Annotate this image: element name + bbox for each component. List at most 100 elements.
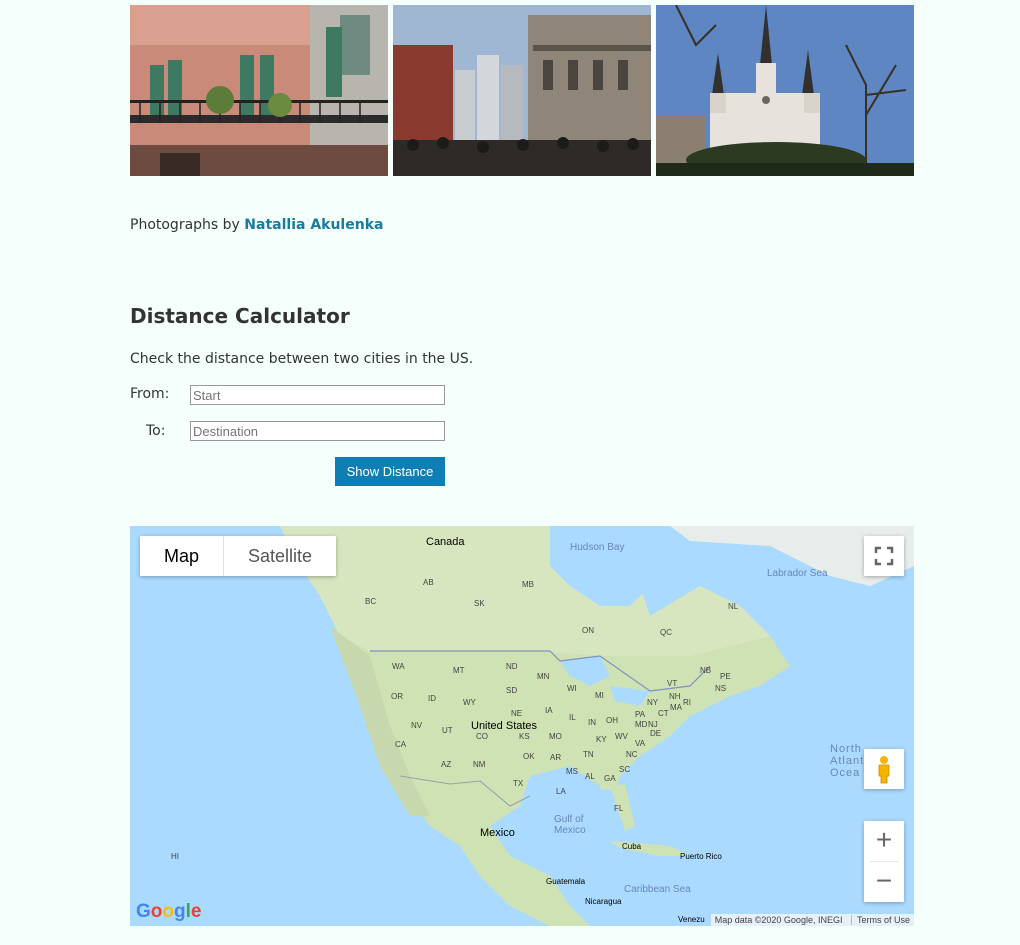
map-label-state: CO	[476, 732, 488, 741]
calculator-title: Distance Calculator	[130, 304, 350, 328]
map-label-state: NB	[700, 666, 712, 675]
map-label-state: MB	[522, 580, 534, 589]
map-label-state: WV	[615, 732, 628, 741]
to-label: To:	[146, 423, 166, 439]
map-label-state: ON	[582, 626, 594, 635]
map-label-state: NE	[511, 709, 523, 718]
map-label-venezuela: Venezu	[678, 915, 705, 924]
map-label-state: LA	[556, 787, 566, 796]
map-label-guatemala: Guatemala	[546, 877, 586, 886]
zoom-control: + −	[864, 821, 904, 902]
photo-st-louis-cathedral	[656, 5, 914, 176]
map-label-state: NJ	[648, 720, 658, 729]
show-distance-button[interactable]: Show Distance	[335, 457, 445, 486]
map-type-map-button[interactable]: Map	[140, 536, 223, 576]
map-label-state: IN	[588, 718, 596, 727]
fullscreen-icon	[874, 546, 894, 566]
map-label-state: NY	[647, 698, 659, 707]
map-label-state: NM	[473, 760, 486, 769]
to-input[interactable]	[190, 421, 445, 441]
map-label-state: MA	[670, 703, 682, 712]
map-label-state: OH	[606, 716, 618, 725]
map-label-labrador-sea: Labrador Sea	[767, 568, 828, 579]
street-view-pegman[interactable]	[864, 749, 904, 789]
map-label-state: WI	[567, 684, 577, 693]
map-label-state: GA	[604, 774, 616, 783]
map-label-united-states: United States	[471, 720, 538, 732]
map-data-credit: Map data ©2020 Google, INEGI	[714, 915, 843, 925]
map-label-state: SK	[474, 599, 485, 608]
map-label-hudson-bay: Hudson Bay	[570, 542, 625, 553]
map-label-state: BC	[365, 597, 377, 606]
map-label-state: NC	[626, 750, 638, 759]
map-label-state: IL	[569, 713, 576, 722]
map-label-state: WY	[463, 698, 476, 707]
map-label-state: MD	[635, 720, 648, 729]
map-label-state: MI	[595, 691, 604, 700]
map-label-mexico: Mexico	[480, 827, 515, 839]
map-label-state: OK	[523, 752, 535, 761]
calculator-description: Check the distance between two cities in…	[130, 351, 474, 367]
map-label-state: WA	[392, 662, 405, 671]
map-label-state: TX	[513, 779, 524, 788]
map-label-state: ND	[506, 662, 518, 671]
map-label-state: SC	[619, 765, 631, 774]
map-label-state: NH	[669, 692, 681, 701]
photo-credit-prefix: Photographs by	[130, 217, 240, 233]
map-label-state: NL	[728, 602, 739, 611]
map-label-state: IA	[545, 706, 553, 715]
zoom-in-button[interactable]: +	[864, 821, 904, 861]
map-label-gulf-of-mexico: Gulf of Mexico	[554, 814, 586, 836]
map-attribution: Map data ©2020 Google, INEGI Terms of Us…	[710, 914, 914, 926]
photo-jackson-square-street	[393, 5, 651, 176]
map-label-state: MO	[549, 732, 562, 741]
map-label-state: PE	[720, 672, 731, 681]
map-label-canada: Canada	[426, 536, 465, 548]
map-label-state: FL	[614, 804, 624, 813]
map-label-state: DE	[650, 729, 662, 738]
map-label-caribbean-sea: Caribbean Sea	[624, 884, 691, 895]
map-label-state: AZ	[441, 760, 452, 769]
map-label-state: MT	[453, 666, 465, 675]
map-label-state: SD	[506, 686, 518, 695]
photo-credit: Photographs by Natallia Akulenka	[130, 217, 383, 233]
map-label-state: AR	[550, 753, 562, 762]
map-label-state: PA	[635, 710, 646, 719]
map-label-state: TN	[583, 750, 594, 759]
photo-strip	[130, 5, 914, 176]
map-label-state: VT	[667, 679, 678, 688]
map-label-north-atlantic: North Atlant Ocea	[830, 743, 865, 779]
terms-of-use-link[interactable]: Terms of Use	[850, 915, 910, 925]
map-label-cuba: Cuba	[622, 842, 642, 851]
map-label-state: CT	[658, 709, 669, 718]
photographer-link[interactable]: Natallia Akulenka	[244, 217, 383, 233]
map-label-state: ID	[428, 694, 436, 703]
map-label-state: VA	[635, 739, 646, 748]
fullscreen-button[interactable]	[864, 536, 904, 576]
from-label: From:	[130, 386, 170, 402]
photo-french-quarter-balcony	[130, 5, 388, 176]
zoom-out-button[interactable]: −	[864, 862, 904, 902]
map-label-state: AB	[423, 578, 434, 587]
google-logo[interactable]: Google	[136, 901, 201, 923]
map-label-puerto-rico: Puerto Rico	[680, 852, 722, 861]
map-label-state: MN	[537, 672, 550, 681]
map-label-state: AL	[585, 772, 595, 781]
from-input[interactable]	[190, 385, 445, 405]
map-label-state: CA	[395, 740, 407, 749]
map-type-control: Map Satellite	[140, 536, 337, 576]
map-label-state: KS	[519, 732, 530, 741]
map-label-state: KY	[596, 735, 607, 744]
map-label-state: UT	[442, 726, 453, 735]
map-label-state: NS	[715, 684, 727, 693]
map-type-satellite-button[interactable]: Satellite	[223, 536, 336, 576]
map-label-state: MS	[566, 767, 578, 776]
map-label-state: OR	[391, 692, 403, 701]
pegman-icon	[878, 756, 890, 784]
map-widget[interactable]: Map Satellite + − Canada United States M…	[130, 526, 914, 926]
map-label-state: NV	[411, 721, 423, 730]
map-label-state: HI	[171, 852, 179, 861]
map-label-nicaragua: Nicaragua	[585, 897, 622, 906]
map-label-state: QC	[660, 628, 672, 637]
map-label-state: RI	[683, 698, 691, 707]
